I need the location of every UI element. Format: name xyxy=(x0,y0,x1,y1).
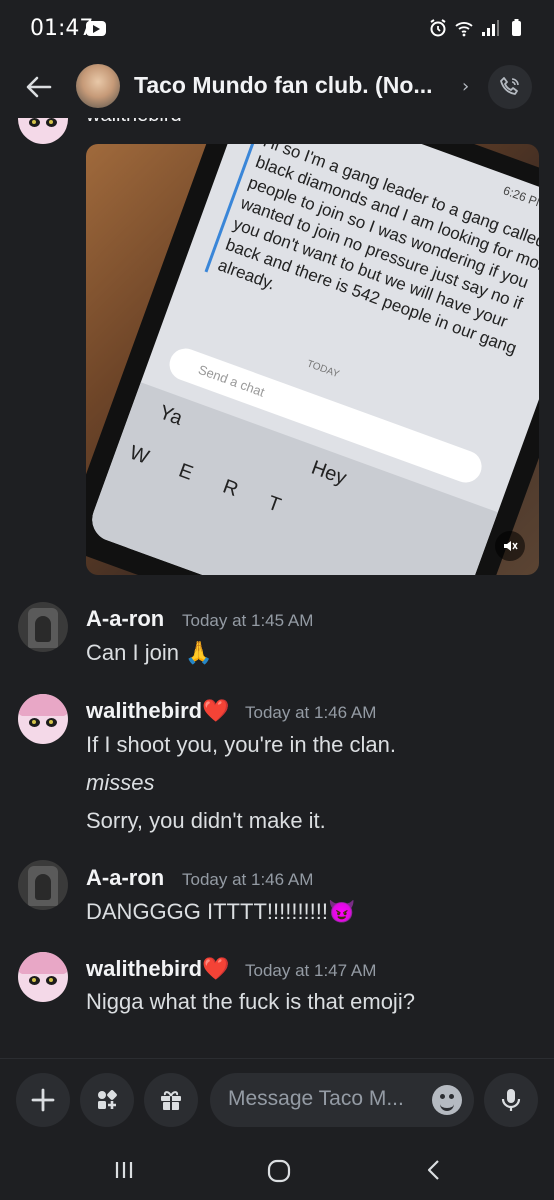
screen-message: Hi so I'm a gang leader to a gang called… xyxy=(204,144,539,389)
avatar[interactable] xyxy=(18,602,68,652)
mic-icon xyxy=(501,1089,521,1111)
home-icon[interactable] xyxy=(266,1158,292,1184)
signal-icon xyxy=(482,20,499,36)
message-timestamp: Today at 1:46 AM xyxy=(182,870,314,889)
voice-message-button[interactable] xyxy=(484,1073,538,1127)
status-time: 01:47 xyxy=(30,16,94,41)
nav-back-icon[interactable] xyxy=(422,1158,446,1182)
avatar[interactable] xyxy=(18,860,68,910)
message-timestamp: Today at 1:45 AM xyxy=(182,611,314,630)
message-input-placeholder: Message Taco M... xyxy=(228,1087,404,1110)
message-author[interactable]: walithebird❤️ xyxy=(86,956,230,982)
plus-icon xyxy=(31,1088,55,1112)
message-text: Sorry, you didn't make it. xyxy=(86,808,326,833)
screen-keys: W E R T xyxy=(126,441,297,522)
message-text: Nigga what the fuck is that emoji? xyxy=(86,989,415,1014)
screen-today: TODAY xyxy=(305,358,341,381)
status-bar: 01:47 xyxy=(0,0,554,58)
message-timestamp: Today at 1:47 AM xyxy=(245,961,377,980)
screen-suggestion: Hey xyxy=(308,456,350,490)
avatar[interactable] xyxy=(18,694,68,744)
message-timestamp: Today at 1:46 AM xyxy=(245,703,377,722)
message-text: DANGGGG ITTTT!!!!!!!!!!😈 xyxy=(86,899,356,924)
message-author[interactable]: A-a-ron xyxy=(86,865,164,891)
message-text: misses xyxy=(86,770,155,795)
avatar[interactable] xyxy=(18,118,68,144)
channel-header: Taco Mundo fan club. (No... › xyxy=(0,58,554,118)
status-icons xyxy=(428,18,526,38)
message-list[interactable]: walithebird 6:26 PM Hi so I'm a gang lea… xyxy=(0,118,554,1058)
recent-apps-icon[interactable] xyxy=(112,1158,136,1182)
screen-suggestion: Ya xyxy=(156,401,186,430)
message-input[interactable]: Message Taco M... xyxy=(210,1073,474,1127)
add-attachment-button[interactable] xyxy=(16,1073,70,1127)
apps-button[interactable] xyxy=(80,1073,134,1127)
emoji-icon[interactable] xyxy=(432,1085,462,1115)
back-arrow-icon[interactable] xyxy=(22,70,56,104)
message-text: Can I join 🙏 xyxy=(86,640,213,665)
channel-title[interactable]: Taco Mundo fan club. (No... xyxy=(134,72,464,99)
avatar[interactable] xyxy=(18,952,68,1002)
message-author[interactable]: walithebird xyxy=(86,118,182,127)
heart-badge-icon: ❤️ xyxy=(202,698,230,723)
gift-icon xyxy=(161,1091,181,1110)
message-composer: Message Taco M... xyxy=(0,1058,554,1143)
channel-avatar[interactable] xyxy=(76,64,120,108)
screen-time: 6:26 PM xyxy=(501,183,539,212)
message-text: If I shoot you, you're in the clan. xyxy=(86,732,396,757)
phone-photo: 6:26 PM Hi so I'm a gang leader to a gan… xyxy=(86,144,539,575)
wifi-icon xyxy=(455,22,473,37)
call-button[interactable] xyxy=(488,65,532,109)
image-attachment[interactable]: 6:26 PM Hi so I'm a gang leader to a gan… xyxy=(86,144,539,575)
gift-button[interactable] xyxy=(144,1073,198,1127)
youtube-notification-icon xyxy=(86,21,106,36)
message-author[interactable]: walithebird❤️ xyxy=(86,698,230,724)
alarm-icon xyxy=(430,19,446,37)
apps-icon xyxy=(98,1090,117,1109)
heart-badge-icon: ❤️ xyxy=(202,956,230,981)
battery-icon xyxy=(512,19,521,36)
chevron-right-icon[interactable]: › xyxy=(462,76,469,97)
phone-call-icon xyxy=(500,77,519,95)
mute-icon[interactable] xyxy=(495,531,525,561)
message-author[interactable]: A-a-ron xyxy=(86,606,164,632)
system-nav-bar xyxy=(0,1142,554,1200)
